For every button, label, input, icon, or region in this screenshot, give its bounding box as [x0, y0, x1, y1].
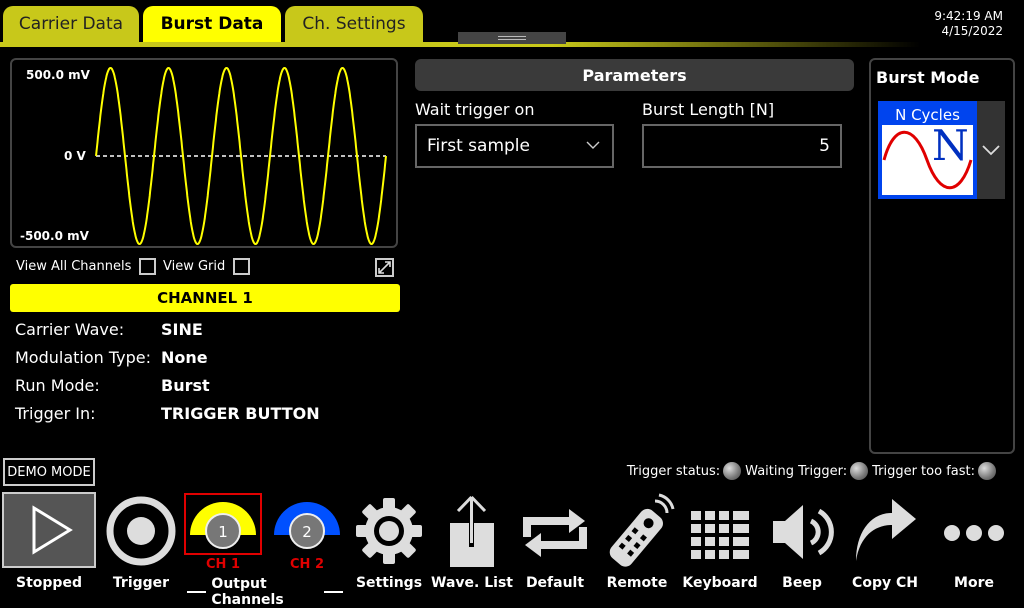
channel-1-label: CH 1 — [206, 557, 240, 572]
trigger-in-label: Trigger In: — [15, 404, 96, 423]
clock-date: 4/15/2022 — [941, 24, 1003, 38]
tab-carrier-data[interactable]: Carrier Data — [3, 6, 139, 42]
channel-2-number: 2 — [302, 523, 312, 541]
more-dots-icon — [944, 525, 1004, 541]
trigger-button[interactable]: Trigger — [98, 489, 184, 600]
keyboard-button[interactable]: Keyboard — [678, 489, 762, 600]
speaker-icon — [773, 505, 834, 559]
keyboard-label: Keyboard — [682, 575, 758, 591]
settings-button[interactable]: Settings — [350, 489, 428, 600]
more-button[interactable]: More — [930, 489, 1018, 600]
wave-list-button[interactable]: Wave. List — [430, 489, 514, 600]
tab-ch-settings[interactable]: Ch. Settings — [285, 6, 423, 42]
wait-trigger-value: First sample — [427, 136, 530, 156]
carrier-wave-value: SINE — [161, 320, 203, 339]
beep-label: Beep — [782, 575, 822, 591]
burst-mode-selected[interactable]: N Cycles N — [878, 101, 977, 199]
copy-ch-label: Copy CH — [852, 575, 918, 591]
view-all-channels-toggle[interactable]: View All Channels — [16, 258, 157, 275]
trigger-too-fast-led — [978, 462, 996, 480]
trigger-icon — [106, 496, 176, 566]
expand-icon[interactable] — [375, 258, 394, 277]
burst-length-value: 5 — [819, 136, 830, 156]
run-mode-label: Run Mode: — [15, 376, 100, 395]
trigger-in-value: TRIGGER BUTTON — [161, 404, 320, 423]
drawer-handle[interactable] — [458, 32, 566, 44]
trigger-label: Trigger — [112, 575, 170, 591]
burst-length-label: Burst Length [N] — [642, 100, 775, 119]
tab-burst-data[interactable]: Burst Data — [143, 6, 281, 42]
share-arrow-icon — [856, 499, 916, 561]
waiting-trigger-led — [850, 462, 869, 480]
parameters-header: Parameters — [415, 59, 854, 91]
view-grid-checkbox[interactable] — [233, 258, 251, 275]
bottom-toolbar: Stopped Trigger 1 CH 1 2 CH 2 Settings W… — [0, 489, 1024, 600]
channel-2-label: CH 2 — [290, 557, 324, 572]
remote-button[interactable]: Remote — [596, 489, 678, 600]
run-mode-value: Burst — [161, 376, 210, 395]
upload-icon — [450, 495, 494, 567]
channel-1-number: 1 — [218, 523, 228, 541]
view-grid-label: View Grid — [163, 259, 226, 274]
stopped-box — [2, 492, 96, 568]
chevron-down-icon — [586, 141, 600, 149]
stopped-button[interactable]: Stopped — [0, 489, 98, 600]
carrier-wave-label: Carrier Wave: — [15, 320, 125, 339]
channel-1-icon: 1 — [184, 493, 262, 555]
trigger-too-fast-label: Trigger too fast: — [872, 463, 975, 479]
wave-list-label: Wave. List — [431, 575, 513, 591]
trigger-status-label: Trigger status: — [626, 463, 721, 479]
keypad-icon — [691, 511, 749, 559]
view-all-channels-label: View All Channels — [16, 259, 132, 274]
channel-title-bar: CHANNEL 1 — [10, 284, 400, 312]
settings-label: Settings — [355, 575, 423, 591]
clock-time: 9:42:19 AM — [934, 9, 1003, 23]
view-all-channels-checkbox[interactable] — [139, 258, 157, 275]
burst-mode-title: Burst Mode — [876, 68, 980, 87]
burst-mode-dropdown[interactable] — [977, 101, 1005, 199]
waveform-bottom-label: -500.0 mV — [20, 229, 89, 243]
modulation-type-value: None — [161, 348, 208, 367]
remote-label: Remote — [606, 575, 668, 591]
stopped-label: Stopped — [16, 575, 82, 591]
remote-icon — [609, 493, 675, 567]
gear-icon — [356, 498, 422, 564]
wait-trigger-label: Wait trigger on — [415, 100, 535, 119]
beep-button[interactable]: Beep — [762, 489, 842, 600]
waveform-mid-label: 0 V — [64, 149, 86, 163]
burst-length-input[interactable]: 5 — [642, 124, 842, 168]
modulation-type-label: Modulation Type: — [15, 348, 152, 367]
view-grid-toggle[interactable]: View Grid — [163, 258, 251, 275]
burst-mode-glyph: N — [932, 121, 969, 170]
n-cycles-icon: N — [882, 121, 973, 195]
clock: 9:42:19 AM 4/15/2022 — [934, 9, 1003, 39]
waiting-trigger-label: Waiting Trigger: — [745, 463, 848, 479]
channel-2-icon: 2 — [274, 502, 340, 549]
chevron-down-icon — [982, 145, 1000, 156]
default-button[interactable]: Default — [514, 489, 596, 600]
more-label: More — [954, 575, 994, 591]
wait-trigger-select[interactable]: First sample — [415, 124, 614, 168]
waveform-preview: 500.0 mV 0 V -500.0 mV — [10, 58, 398, 248]
trigger-status-bar: Trigger status: Waiting Trigger: Trigger… — [627, 462, 1000, 480]
demo-mode-badge: DEMO MODE — [3, 458, 95, 486]
trigger-status-led — [723, 462, 742, 480]
play-icon — [32, 505, 73, 555]
default-label: Default — [525, 575, 585, 591]
waveform-top-label: 500.0 mV — [26, 68, 90, 82]
output-channels-label: Output Channels — [182, 576, 348, 608]
repeat-icon — [523, 509, 587, 557]
copy-ch-button[interactable]: Copy CH — [842, 489, 928, 600]
